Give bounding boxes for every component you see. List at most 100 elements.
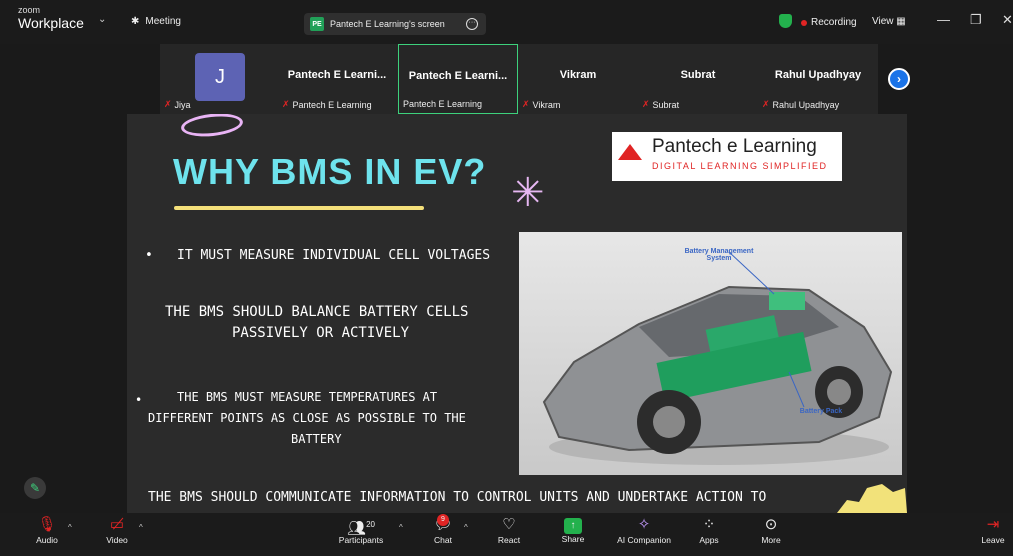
meeting-label: Meeting <box>145 16 181 27</box>
participant-tile-name: Subrat <box>680 69 716 81</box>
video-options-chevron-icon[interactable]: ^ <box>139 523 143 532</box>
security-shield-icon[interactable] <box>779 14 792 28</box>
apps-icon: ⁘ <box>702 516 716 533</box>
chat-label: Chat <box>434 535 452 545</box>
participant-name: Subrat <box>652 99 680 110</box>
screen-share-pill[interactable]: PE Pantech E Learning's screen ··· <box>304 13 486 35</box>
apps-label: Apps <box>699 535 719 545</box>
presenter-badge: PE <box>310 17 324 31</box>
chat-badge: 9 <box>437 514 449 526</box>
doodle-splash-icon <box>837 484 907 513</box>
close-icon[interactable]: ✕ <box>1002 12 1013 28</box>
recording-dot-icon <box>801 19 807 26</box>
share-screen-icon: ↑ <box>564 518 582 534</box>
recording-label: Recording <box>811 17 857 28</box>
chat-button[interactable]: 💬︎ 9 Chat <box>427 513 459 556</box>
point-3-line-1: THE BMS MUST MEASURE TEMPERATURES AT <box>177 390 438 404</box>
participant-name: Jiya <box>174 99 191 110</box>
meeting-icon: ✱ <box>131 16 140 27</box>
recording-indicator[interactable]: Recording <box>801 17 857 28</box>
audio-button[interactable]: 🎙︎ Audio <box>30 513 64 556</box>
point-2-line-2: PASSIVELY OR ACTIVELY <box>232 325 410 341</box>
participant-tile-name: Pantech E Learni... <box>287 69 387 81</box>
apps-button[interactable]: ⁘ Apps <box>693 513 725 556</box>
next-page-icon[interactable]: › <box>888 68 910 90</box>
participant-tile[interactable]: Vikram ✗ Vikram <box>518 44 638 114</box>
brand-top: zoom <box>18 5 41 15</box>
avatar: J <box>195 53 245 101</box>
more-button[interactable]: ⊙ More <box>755 513 787 556</box>
pantech-logo-icon <box>618 144 642 160</box>
video-label: Video <box>106 535 128 545</box>
meeting-info[interactable]: ✱ Meeting <box>131 16 181 27</box>
participant-tile-name: Rahul Upadhyay <box>774 69 862 81</box>
more-options-icon[interactable]: ··· <box>466 18 478 30</box>
participants-icon: 👥︎20 <box>347 520 375 537</box>
sparkle-icon: ✧ <box>637 516 651 533</box>
participant-label: ✗ Jiya <box>164 99 191 110</box>
participants-count: 20 <box>366 520 375 529</box>
ev-car-image: Battery Management System Battery Pack <box>519 232 902 475</box>
participant-tile[interactable]: Subrat ✗ Subrat <box>638 44 758 114</box>
mic-muted-icon: 🎙︎ <box>37 516 57 533</box>
pantech-logo: Pantech e Learning DIGITAL LEARNING SIMP… <box>612 132 842 181</box>
point-4: THE BMS SHOULD COMMUNICATE INFORMATION T… <box>148 490 767 505</box>
participant-label: Pantech E Learning <box>403 99 482 109</box>
ai-companion-label: AI Companion <box>617 535 671 545</box>
ai-companion-button[interactable]: ✧ AI Companion <box>612 513 676 556</box>
grid-icon: ▦ <box>896 16 906 27</box>
video-button[interactable]: ▭̸ Video <box>100 513 134 556</box>
ev-car-illustration <box>519 232 902 475</box>
audio-options-chevron-icon[interactable]: ^ <box>68 523 72 532</box>
mic-muted-icon: ✗ <box>762 99 770 109</box>
participants-options-chevron-icon[interactable]: ^ <box>399 523 403 532</box>
mic-muted-icon: ✗ <box>164 99 172 109</box>
participant-label: ✗ Subrat <box>642 99 679 110</box>
point-3-line-2: DIFFERENT POINTS AS CLOSE AS POSSIBLE TO… <box>148 411 466 425</box>
participants-button[interactable]: 👥︎20 Participants <box>332 513 390 556</box>
participant-label: ✗ Rahul Upadhyay <box>762 99 839 110</box>
participant-tile[interactable]: Pantech E Learni... ✗ Pantech E Learning <box>278 44 396 114</box>
share-button[interactable]: ↑ Share <box>557 513 589 556</box>
participant-tile-name: Vikram <box>559 69 597 81</box>
doodle-star-icon: ✳ <box>511 171 545 215</box>
slide-title: WHY BMS IN EV? <box>173 151 487 192</box>
more-label: More <box>761 535 781 545</box>
car-label-pack: Battery Pack <box>799 408 843 415</box>
mic-muted-icon: ✗ <box>522 99 530 109</box>
screen-share-label: Pantech E Learning's screen <box>330 19 445 29</box>
participant-label: ✗ Pantech E Learning <box>282 99 372 110</box>
participant-tile-active[interactable]: Pantech E Learni... Pantech E Learning <box>398 44 518 114</box>
title-bar: zoom Workplace ⌄ ✱ Meeting PE Pantech E … <box>0 0 1013 44</box>
minimize-icon[interactable]: — <box>937 12 950 27</box>
leave-icon: ⇥ <box>986 516 1000 533</box>
car-label-bms: Battery Management System <box>684 248 754 262</box>
chevron-down-icon[interactable]: ⌄ <box>98 14 106 25</box>
leave-button[interactable]: ⇥ Leave <box>978 513 1008 556</box>
chat-options-chevron-icon[interactable]: ^ <box>464 523 468 532</box>
react-label: React <box>497 535 521 545</box>
view-label: View <box>872 16 894 27</box>
mic-muted-icon: ✗ <box>282 99 290 109</box>
annotate-pencil-icon[interactable]: ✎ <box>24 477 46 499</box>
zoom-logo: zoom Workplace <box>18 5 84 31</box>
title-underline <box>174 206 424 210</box>
meeting-toolbar: 🎙︎ Audio ^ ▭̸ Video ^ 👥︎20 Participants … <box>0 513 1013 556</box>
doodle-ellipse-icon <box>180 114 244 140</box>
logo-sub-text: DIGITAL LEARNING SIMPLIFIED <box>652 161 828 171</box>
bullet-dot: • <box>135 393 143 407</box>
shared-screen-slide: WHY BMS IN EV? ✳ Pantech e Learning DIGI… <box>127 114 907 513</box>
restore-icon[interactable]: ❐ <box>970 12 982 28</box>
share-label: Share <box>561 534 585 544</box>
participant-tile[interactable]: Rahul Upadhyay ✗ Rahul Upadhyay <box>758 44 878 114</box>
participant-name: Rahul Upadhyay <box>772 99 840 110</box>
video-off-icon: ▭̸ <box>109 516 125 533</box>
react-button[interactable]: ♡ React <box>493 513 525 556</box>
participant-label: ✗ Vikram <box>522 99 560 110</box>
mic-muted-icon: ✗ <box>642 99 650 109</box>
heart-icon: ♡ <box>502 516 516 533</box>
audio-label: Audio <box>36 535 58 545</box>
point-3-line-3: BATTERY <box>291 432 342 446</box>
view-button[interactable]: View ▦ <box>872 16 906 27</box>
participant-name: Vikram <box>532 99 561 110</box>
